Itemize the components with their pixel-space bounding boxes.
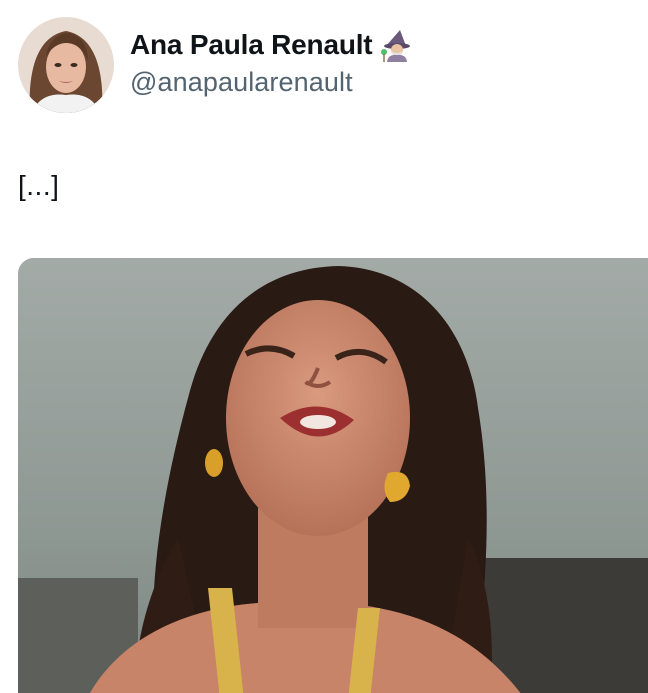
author-names: Ana Paula Renault @anapaularenault — [130, 27, 414, 98]
tweet-card: Ana Paula Renault @anapaularenault [...] — [0, 0, 648, 693]
wizard-emoji-icon — [380, 28, 414, 62]
tweet-media-image[interactable] — [18, 258, 648, 693]
tweet-text: [...] — [18, 170, 60, 201]
display-name-row: Ana Paula Renault — [130, 27, 414, 63]
tweet-header: Ana Paula Renault @anapaularenault — [18, 17, 414, 113]
user-handle[interactable]: @anapaularenault — [130, 67, 414, 98]
display-name[interactable]: Ana Paula Renault — [130, 29, 373, 61]
avatar[interactable] — [18, 17, 114, 113]
